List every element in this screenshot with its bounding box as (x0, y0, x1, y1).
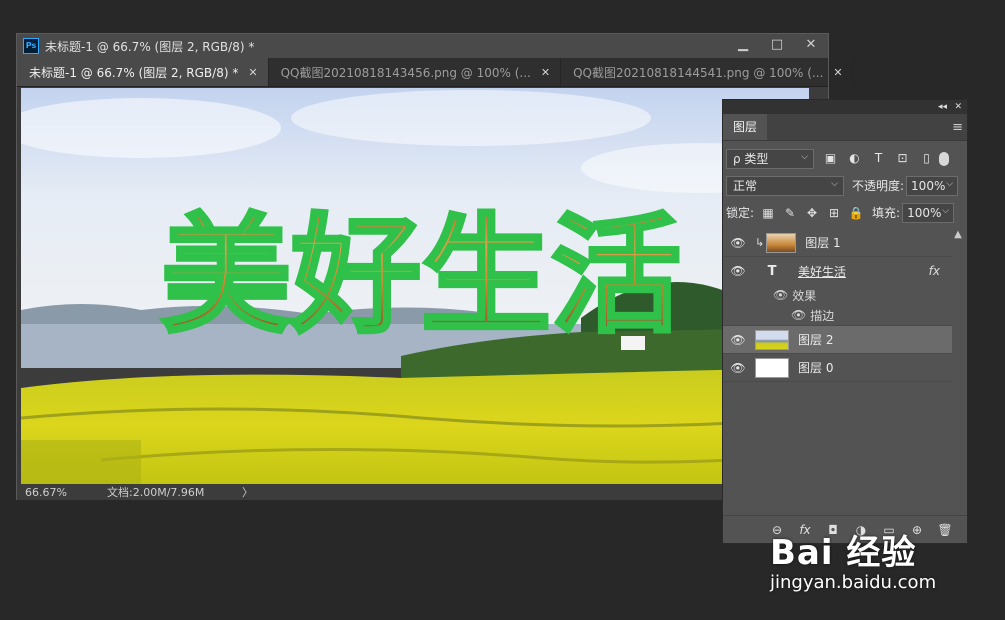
layers-panel: ◂◂ ✕ 图层 ≡ ρ 类型 ⌵ ▣ ◐ T ⊡ ▯ 正常 ⌵ 不透明度: 10… (722, 99, 968, 544)
fill-label: 填充: (872, 206, 901, 220)
lock-image-icon[interactable]: ✎ (782, 205, 798, 221)
blend-row: 正常 ⌵ 不透明度: 100% ⌵ (723, 172, 967, 199)
tab-untitled-1[interactable]: 未标题-1 @ 66.7% (图层 2, RGB/8) * ✕ (17, 58, 269, 86)
lock-all-icon[interactable]: 🔒 (848, 205, 864, 221)
scroll-up-icon[interactable]: ▲ (952, 229, 964, 240)
collapse-panel-icon[interactable]: ◂◂ (938, 100, 947, 114)
chevron-down-icon: ⌵ (831, 178, 838, 189)
filter-toggle[interactable] (939, 151, 949, 166)
panel-topbar[interactable]: ◂◂ ✕ (723, 100, 967, 114)
layer-name: 图层 2 (798, 333, 834, 347)
layer-name: 图层 1 (805, 236, 841, 250)
tab-close-icon[interactable]: ✕ (833, 66, 842, 79)
tab-label: 未标题-1 @ 66.7% (图层 2, RGB/8) * (29, 65, 239, 80)
opacity-field[interactable]: 100% ⌵ (906, 175, 959, 196)
tab-qq-screenshot-1[interactable]: QQ截图20210818143456.png @ 100% (... ✕ (269, 58, 562, 86)
baidu-jingyan-watermark: Bai 经验 jingyan.baidu.com (770, 525, 995, 593)
visibility-eye-icon[interactable]: 👁 (723, 264, 753, 278)
filter-shape-icon[interactable]: ⊡ (894, 150, 911, 167)
fx-icon[interactable]: fx (929, 264, 940, 278)
watermark-url: jingyan.baidu.com (770, 572, 937, 593)
panel-tabs: 图层 ≡ (723, 114, 967, 141)
lock-row: 锁定: ▦ ✎ ✥ ⊞ 🔒 填充: 100% ⌵ (723, 199, 967, 226)
fill-field[interactable]: 100% ⌵ (902, 202, 955, 223)
tab-label: QQ截图20210818144541.png @ 100% (... (573, 65, 824, 80)
layer-filter-value: ρ 类型 (733, 152, 769, 166)
document-title: 未标题-1 @ 66.7% (图层 2, RGB/8) * (45, 39, 255, 54)
fill-value: 100% (907, 205, 942, 220)
chevron-down-icon: ⌵ (942, 205, 950, 216)
tab-qq-screenshot-2[interactable]: QQ截图20210818144541.png @ 100% (... ✕ (561, 58, 854, 86)
layer-thumbnail (766, 232, 797, 253)
stroke-effect-row[interactable]: 👁 描边 (723, 305, 952, 326)
status-menu-arrow-icon[interactable]: 〉 (242, 484, 253, 500)
close-button[interactable]: ✕ (794, 34, 828, 56)
panel-menu-icon[interactable]: ≡ (952, 120, 963, 135)
tab-close-icon[interactable]: ✕ (248, 66, 257, 79)
layer-row-layer-0[interactable]: 👁 图层 0 (723, 354, 952, 382)
field-shadow (21, 440, 141, 484)
layer-row-layer-1[interactable]: 👁 ↳ 图层 1 (723, 229, 952, 257)
layer-thumbnail (755, 329, 789, 350)
lock-position-icon[interactable]: ✥ (804, 205, 820, 221)
visibility-eye-icon[interactable]: 👁 (773, 288, 788, 302)
layer-thumbnail (755, 357, 789, 378)
chevron-down-icon: ⌵ (946, 178, 954, 189)
layer-name: 图层 0 (798, 361, 834, 375)
restore-button[interactable]: □ (760, 34, 794, 56)
minimize-button[interactable]: ▁ (726, 34, 760, 56)
document-canvas[interactable]: 美好生活 (21, 88, 809, 484)
stroke-effect-label: 描边 (810, 308, 835, 323)
watermark-logo: Bai 经验 (770, 533, 917, 573)
visibility-eye-icon[interactable]: 👁 (791, 308, 806, 322)
filter-type-icon[interactable]: T (870, 150, 887, 167)
blend-mode-select[interactable]: 正常 ⌵ (726, 175, 844, 196)
text-layer-icon: T (767, 263, 777, 279)
document-titlebar[interactable]: Ps 未标题-1 @ 66.7% (图层 2, RGB/8) * ▁ □ ✕ (17, 34, 828, 58)
layer-name: 美好生活 (798, 264, 847, 279)
photoshop-logo-icon: Ps (23, 38, 39, 54)
tab-layers[interactable]: 图层 (723, 114, 768, 140)
clipping-arrow-icon: ↳ (755, 236, 765, 249)
layer-row-layer-2[interactable]: 👁 图层 2 (723, 326, 952, 354)
effects-group-row[interactable]: 👁 效果 (723, 285, 952, 305)
close-panel-icon[interactable]: ✕ (954, 100, 962, 114)
blend-mode-value: 正常 (733, 179, 758, 193)
layer-row-text[interactable]: 👁 T 美好生活 fx (723, 257, 952, 285)
filter-row: ρ 类型 ⌵ ▣ ◐ T ⊡ ▯ (723, 145, 967, 172)
layer-filter-select[interactable]: ρ 类型 ⌵ (726, 148, 814, 169)
layers-list: 👁 ↳ 图层 1 👁 T 美好生活 fx 👁 效果 👁 描边 👁 图层 2 👁 (723, 229, 952, 382)
filter-pixel-icon[interactable]: ▣ (822, 150, 839, 167)
zoom-level[interactable]: 66.67% (25, 486, 97, 499)
tab-close-icon[interactable]: ✕ (541, 66, 550, 79)
chevron-down-icon: ⌵ (801, 151, 808, 162)
canvas-artwork: 美好生活 (21, 88, 809, 484)
opacity-label: 不透明度: (852, 179, 905, 193)
filter-smart-object-icon[interactable]: ▯ (918, 150, 935, 167)
document-size: 文档:2.00M/7.96M (107, 486, 205, 499)
status-bar: 66.67% 文档:2.00M/7.96M 〉 (17, 484, 828, 500)
canvas-title-text: 美好生活 (161, 202, 681, 351)
opacity-value: 100% (911, 178, 946, 193)
filter-adjustment-icon[interactable]: ◐ (846, 150, 863, 167)
document-tabs: 未标题-1 @ 66.7% (图层 2, RGB/8) * ✕ QQ截图2021… (17, 58, 854, 87)
cloud (291, 90, 651, 146)
tab-label: QQ截图20210818143456.png @ 100% (... (280, 65, 531, 80)
document-window: Ps 未标题-1 @ 66.7% (图层 2, RGB/8) * ▁ □ ✕ 未… (16, 33, 854, 500)
effects-label: 效果 (792, 288, 817, 303)
lock-label: 锁定: (726, 206, 755, 220)
visibility-eye-icon[interactable]: 👁 (723, 333, 753, 347)
layers-scrollbar[interactable]: ▲ (952, 229, 964, 339)
lock-transparent-icon[interactable]: ▦ (760, 205, 776, 221)
lock-artboard-icon[interactable]: ⊞ (826, 205, 842, 221)
visibility-eye-icon[interactable]: 👁 (723, 236, 753, 250)
visibility-eye-icon[interactable]: 👁 (723, 361, 753, 375)
